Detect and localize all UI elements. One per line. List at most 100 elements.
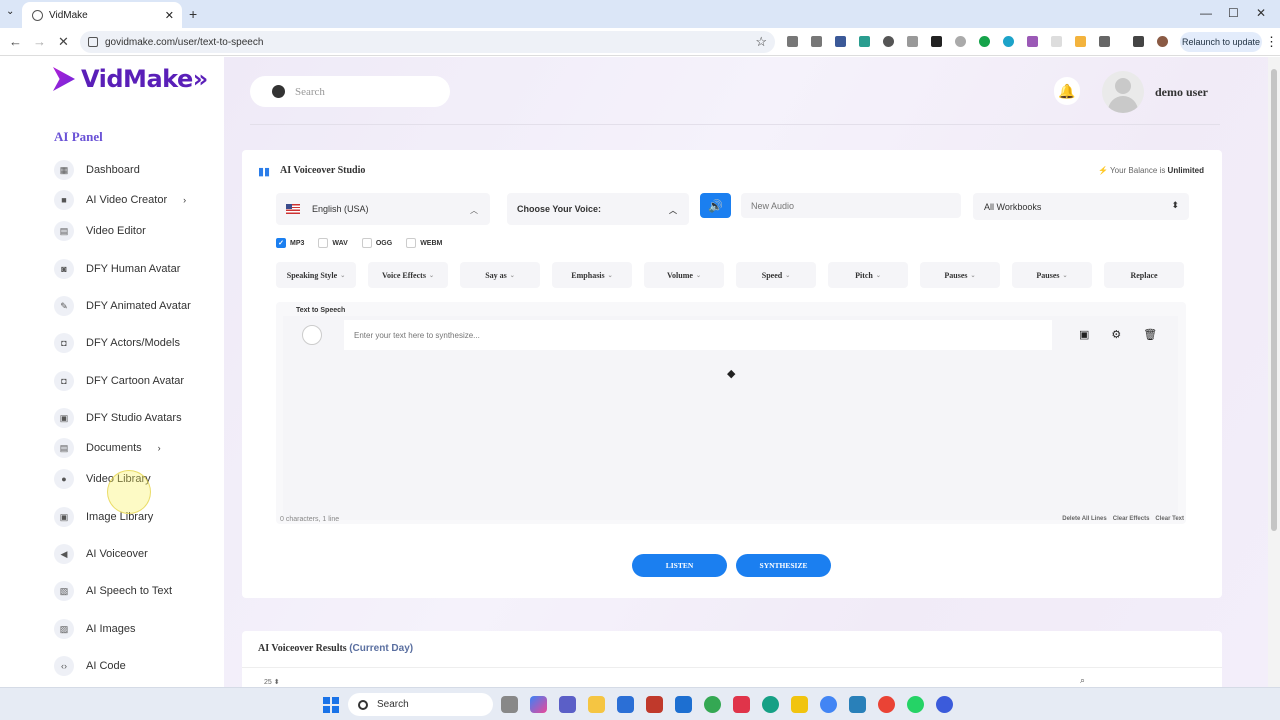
stop-loading-icon[interactable]: ✕ [58,34,69,50]
url-field[interactable]: govidmake.com/user/text-to-speech ☆ [80,31,775,53]
effect-dropdown[interactable]: Voice Effects ⌄ [368,262,448,288]
workbook-select[interactable]: All Workbooks ⬍ [973,193,1189,220]
extension-icon[interactable] [1027,36,1038,47]
tts-text-input[interactable] [344,320,1052,350]
skype-icon[interactable] [733,696,750,713]
new-tab-button[interactable]: + [189,6,197,22]
voice-select[interactable]: Choose Your Voice: ︿ [507,193,689,225]
extension-icon[interactable] [787,36,798,47]
sidebar-item-dfy-animated-avatar[interactable]: ✎ DFY Animated Avatar [54,296,191,316]
sidebar-item-dashboard[interactable]: ▦ Dashboard [54,160,140,180]
sidebar-item-documents[interactable]: ▤ Documents › [54,438,161,458]
chrome-icon[interactable] [878,696,895,713]
extension-icon[interactable] [1003,36,1014,47]
effect-dropdown[interactable]: Pitch ⌄ [828,262,908,288]
sidebar-item-dfy-cartoon-avatar[interactable]: ◘ DFY Cartoon Avatar [54,371,184,391]
voice-settings-icon[interactable]: ⚙ [1111,328,1121,341]
store-icon[interactable] [617,696,634,713]
tts-link[interactable]: Clear Effects [1113,516,1150,522]
search-box[interactable]: Search [250,76,450,107]
forward-icon[interactable]: → [33,34,46,49]
mail-icon[interactable] [675,696,692,713]
checkbox[interactable] [406,238,417,248]
window-close-icon[interactable]: ✕ [1256,6,1266,20]
extension-icon[interactable] [955,36,966,47]
whatsapp-icon[interactable] [907,696,924,713]
tts-link[interactable]: Clear Text [1155,516,1184,522]
notepad-icon[interactable] [849,696,866,713]
avatar[interactable] [1102,71,1144,113]
trash-icon[interactable]: 🗑 [1143,328,1157,341]
back-icon[interactable]: ← [9,34,22,49]
extension-icon[interactable] [883,36,894,47]
chrome-icon[interactable] [820,696,837,713]
effect-dropdown[interactable]: Replace [1104,262,1184,288]
effect-dropdown[interactable]: Say as ⌄ [460,262,540,288]
format-option-wav[interactable]: WAV [318,238,348,248]
format-option-webm[interactable]: WEBM [406,238,442,248]
preview-voice-button[interactable]: 🔊 [700,193,731,218]
effect-dropdown[interactable]: Speaking Style ⌄ [276,262,356,288]
sidebar-item-video-editor[interactable]: ▤ Video Editor [54,221,146,241]
checkbox[interactable]: ✓ [276,238,286,248]
sidebar-item-ai-video-creator[interactable]: ■ AI Video Creator › [54,190,186,210]
listen-button[interactable]: LISTEN [632,554,727,577]
scrollbar-thumb[interactable] [1271,69,1277,531]
extension-icon[interactable] [931,36,942,47]
extension-icon[interactable] [835,36,846,47]
extension-icon[interactable] [811,36,822,47]
sidebar-item-ai-images[interactable]: ▨ AI Images [54,619,136,639]
extension-icon[interactable] [859,36,870,47]
audio-name-input[interactable] [741,193,961,218]
extension-icon[interactable] [1051,36,1062,47]
checkbox[interactable] [361,238,372,248]
sidebar-item-ai-speech-to-text[interactable]: ▧ AI Speech to Text [54,581,172,601]
tab-search-icon[interactable]: ⌄ [6,6,14,17]
tab-vidmake[interactable]: VidMake ✕ [22,2,182,28]
file-explorer-icon[interactable] [588,696,605,713]
extension-icon[interactable] [1075,36,1086,47]
extension-icon[interactable] [979,36,990,47]
effect-dropdown[interactable]: Volume ⌄ [644,262,724,288]
tts-link[interactable]: Delete All Lines [1062,516,1106,522]
chrome-icon[interactable] [704,696,721,713]
effect-dropdown[interactable]: Pauses ⌄ [1012,262,1092,288]
voice-avatar[interactable] [302,325,322,345]
format-option-mp3[interactable]: ✓ MP3 [276,238,304,248]
app-icon[interactable] [646,696,663,713]
page-size-select[interactable]: 25 ⬍ [264,678,280,686]
sidebar-item-dfy-human-avatar[interactable]: ◙ DFY Human Avatar [54,259,180,279]
notification-bell-icon[interactable]: 🔔 [1054,77,1080,105]
logo[interactable]: VidMake» [53,65,208,93]
scrollbar[interactable] [1268,57,1280,687]
sticky-notes-icon[interactable] [791,696,808,713]
extension-icon[interactable] [907,36,918,47]
puzzle-icon[interactable] [1099,36,1110,47]
effect-dropdown[interactable]: Speed ⌄ [736,262,816,288]
edge-icon[interactable] [762,696,779,713]
app-icon[interactable] [936,696,953,713]
format-option-ogg[interactable]: OGG [361,238,392,248]
minimize-icon[interactable]: — [1200,6,1212,20]
results-search-icon[interactable]: ⌕ [1080,675,1085,686]
effect-dropdown[interactable]: Emphasis ⌄ [552,262,632,288]
sidebar-item-dfy-studio-avatars[interactable]: ▣ DFY Studio Avatars [54,408,182,428]
language-select[interactable]: English (USA) ︿ [276,193,490,225]
close-tab-icon[interactable]: ✕ [165,9,174,22]
effect-dropdown[interactable]: Pauses ⌄ [920,262,1000,288]
download-icon[interactable] [1133,36,1144,47]
sidebar-item-ai-code[interactable]: ‹› AI Code [54,656,126,676]
bookmark-star-icon[interactable]: ☆ [755,34,767,50]
maximize-icon[interactable]: ☐ [1228,6,1239,20]
synthesize-button[interactable]: SYNTHESIZE [736,554,831,577]
task-view-icon[interactable] [501,696,518,713]
relaunch-button[interactable]: Relaunch to update [1180,32,1262,52]
profile-icon[interactable] [1157,36,1168,47]
taskbar-search[interactable]: Search [348,693,493,716]
teams-icon[interactable] [559,696,576,713]
checkbox[interactable] [318,238,329,248]
sidebar-item-ai-voiceover[interactable]: ◀ AI Voiceover [54,544,148,564]
copilot-icon[interactable] [530,696,547,713]
site-info-icon[interactable] [88,37,98,47]
sidebar-item-dfy-actors-models[interactable]: ◘ DFY Actors/Models [54,333,180,353]
